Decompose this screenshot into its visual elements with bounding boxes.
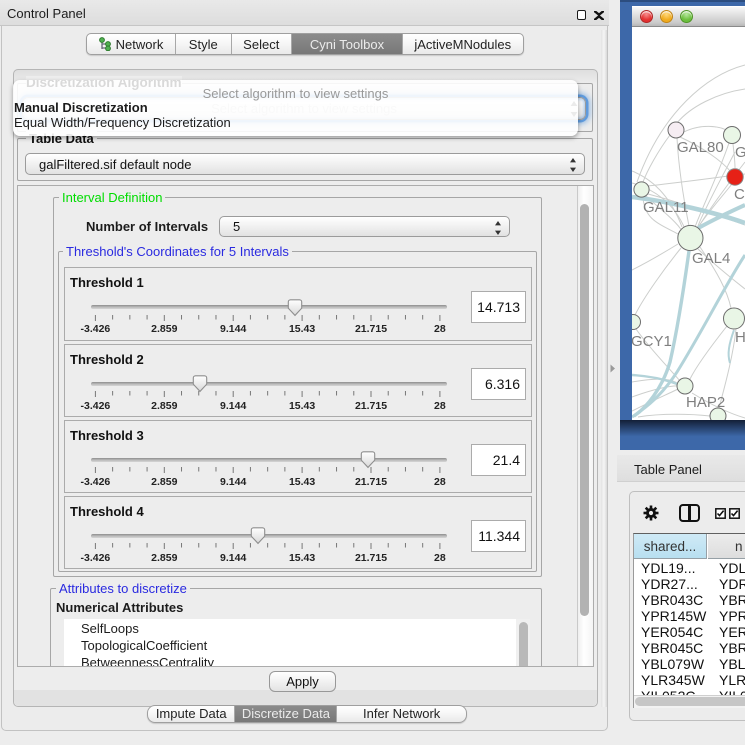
svg-text:CR: CR — [734, 186, 745, 203]
svg-text:HAP2: HAP2 — [686, 394, 725, 411]
svg-text:GAL4: GAL4 — [692, 250, 730, 267]
svg-text:HI: HI — [735, 329, 745, 346]
svg-text:GA: GA — [735, 144, 745, 161]
svg-text:GAL80: GAL80 — [677, 139, 724, 156]
svg-text:GCY1: GCY1 — [632, 333, 672, 350]
svg-text:GAL11: GAL11 — [643, 199, 689, 216]
